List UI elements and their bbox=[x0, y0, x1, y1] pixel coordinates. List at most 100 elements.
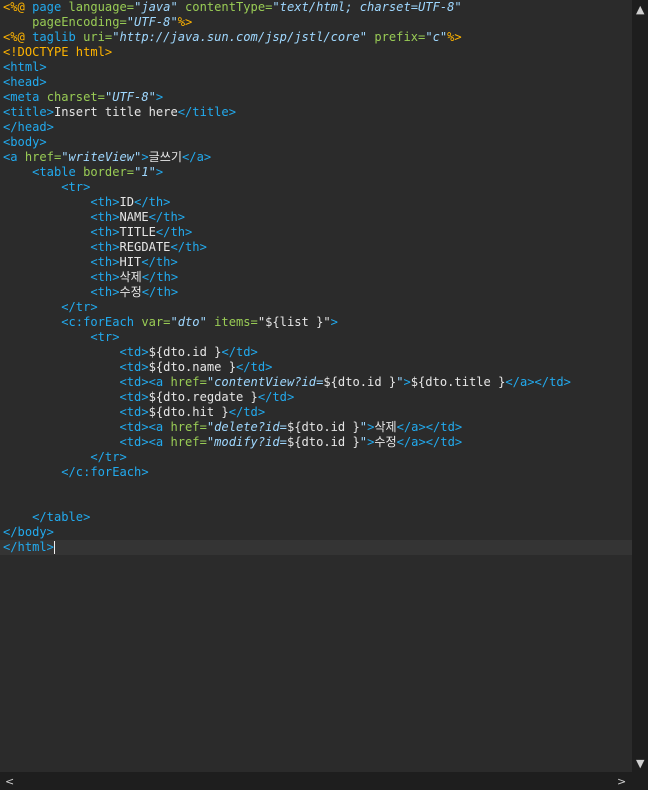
code-token: </td> bbox=[236, 360, 273, 374]
scroll-down-icon[interactable]: ▼ bbox=[636, 758, 644, 769]
code-line[interactable]: <meta charset="UTF-8"> bbox=[3, 90, 632, 105]
code-token: ID bbox=[119, 195, 135, 209]
code-line[interactable] bbox=[3, 480, 632, 495]
code-line[interactable]: <!DOCTYPE html> bbox=[3, 45, 632, 60]
code-line[interactable]: <th>삭제</th> bbox=[3, 270, 632, 285]
code-token: <!DOCTYPE html> bbox=[3, 45, 113, 59]
code-line[interactable]: <th>TITLE</th> bbox=[3, 225, 632, 240]
code-line[interactable]: <a href="writeView">글쓰기</a> bbox=[3, 150, 632, 165]
code-line[interactable]: </html> bbox=[0, 540, 632, 555]
code-line[interactable]: <title>Insert title here</title> bbox=[3, 105, 632, 120]
code-token: %> bbox=[447, 30, 462, 44]
code-token: </th> bbox=[134, 195, 171, 209]
code-token: " bbox=[359, 420, 368, 434]
scrollbar-corner bbox=[632, 772, 648, 790]
code-line[interactable]: pageEncoding="UTF-8"%> bbox=[3, 15, 632, 30]
code-line[interactable]: <html> bbox=[3, 60, 632, 75]
code-line[interactable]: <th>REGDATE</th> bbox=[3, 240, 632, 255]
code-line[interactable] bbox=[3, 495, 632, 510]
code-line[interactable]: <th>수정</th> bbox=[3, 285, 632, 300]
code-token: 수정 bbox=[119, 285, 142, 299]
code-line[interactable]: </body> bbox=[3, 525, 632, 540]
code-token: > bbox=[141, 150, 149, 164]
code-line[interactable]: <%@ page language="java" contentType="te… bbox=[3, 0, 632, 15]
code-token: </td> bbox=[221, 345, 258, 359]
code-token: "1" bbox=[134, 165, 156, 179]
code-token: contentType= bbox=[177, 0, 273, 14]
code-line[interactable]: <th>NAME</th> bbox=[3, 210, 632, 225]
code-token: "${list }" bbox=[257, 315, 331, 329]
code-token: 삭제 bbox=[374, 420, 397, 434]
code-token: language= bbox=[68, 0, 135, 14]
code-line[interactable]: <th>ID</th> bbox=[3, 195, 632, 210]
code-line[interactable]: <%@ taglib uri="http://java.sun.com/jsp/… bbox=[3, 30, 632, 45]
code-token: </th> bbox=[148, 210, 186, 224]
code-line[interactable]: </tr> bbox=[3, 300, 632, 315]
vertical-scrollbar[interactable]: ▲ ▼ bbox=[632, 0, 648, 772]
code-token: var= bbox=[141, 315, 171, 329]
code-token: <th> bbox=[90, 195, 120, 209]
code-line[interactable]: <tr> bbox=[3, 330, 632, 345]
code-line[interactable]: <td><a href="contentView?id=${dto.id }">… bbox=[3, 375, 632, 390]
code-token: "UTF-8" bbox=[126, 15, 178, 29]
code-token: <body> bbox=[3, 135, 47, 149]
code-line[interactable]: <td>${dto.id }</td> bbox=[3, 345, 632, 360]
code-token: <td><a bbox=[119, 420, 171, 434]
code-line[interactable]: <td><a href="delete?id=${dto.id }">삭제</a… bbox=[3, 420, 632, 435]
code-editor[interactable]: <%@ page language="java" contentType="te… bbox=[0, 0, 632, 772]
code-token: pageEncoding= bbox=[32, 15, 127, 29]
code-line[interactable]: <head> bbox=[3, 75, 632, 90]
code-line[interactable]: </tr> bbox=[3, 450, 632, 465]
code-token: <html> bbox=[3, 60, 47, 74]
code-token: <th> bbox=[90, 255, 120, 269]
code-token: > bbox=[403, 375, 411, 389]
code-line[interactable]: <td>${dto.name }</td> bbox=[3, 360, 632, 375]
scroll-right-icon[interactable]: > bbox=[617, 776, 626, 787]
code-token: <table bbox=[32, 165, 84, 179]
code-token: <tr> bbox=[61, 180, 91, 194]
code-token: <td> bbox=[119, 345, 149, 359]
code-token: </a> bbox=[182, 150, 212, 164]
code-token: </c:forEach> bbox=[61, 465, 149, 479]
code-line[interactable]: <body> bbox=[3, 135, 632, 150]
scroll-left-icon[interactable]: < bbox=[5, 776, 14, 787]
code-token: <td><a bbox=[119, 435, 171, 449]
code-token: 삭제 bbox=[119, 270, 142, 284]
code-line[interactable]: <c:forEach var="dto" items="${list }"> bbox=[3, 315, 632, 330]
code-token: <td><a bbox=[119, 375, 171, 389]
code-line[interactable]: <th>HIT</th> bbox=[3, 255, 632, 270]
code-token: > bbox=[330, 315, 338, 329]
code-token: <a bbox=[3, 150, 25, 164]
horizontal-scrollbar[interactable]: < > bbox=[0, 772, 632, 790]
code-line[interactable]: <td>${dto.regdate }</td> bbox=[3, 390, 632, 405]
code-token: page bbox=[32, 0, 69, 14]
code-line[interactable]: <table border="1"> bbox=[3, 165, 632, 180]
code-token: ${dto.id } bbox=[148, 345, 222, 359]
code-line[interactable]: </c:forEach> bbox=[3, 465, 632, 480]
code-token: <meta bbox=[3, 90, 47, 104]
code-line[interactable]: <td>${dto.hit }</td> bbox=[3, 405, 632, 420]
code-token: <th> bbox=[90, 270, 120, 284]
code-token: ${dto.title } bbox=[410, 375, 506, 389]
code-line[interactable]: <tr> bbox=[3, 180, 632, 195]
code-line[interactable]: </table> bbox=[3, 510, 632, 525]
code-token: href= bbox=[170, 420, 207, 434]
scroll-up-icon[interactable]: ▲ bbox=[636, 4, 644, 15]
code-line[interactable]: <td><a href="modify?id=${dto.id }">수정</a… bbox=[3, 435, 632, 450]
code-token: </tr> bbox=[90, 450, 127, 464]
code-area[interactable]: <%@ page language="java" contentType="te… bbox=[0, 0, 632, 555]
code-token: ${dto.name } bbox=[148, 360, 236, 374]
code-token: "delete?id= bbox=[206, 420, 287, 434]
code-line[interactable]: </head> bbox=[3, 120, 632, 135]
